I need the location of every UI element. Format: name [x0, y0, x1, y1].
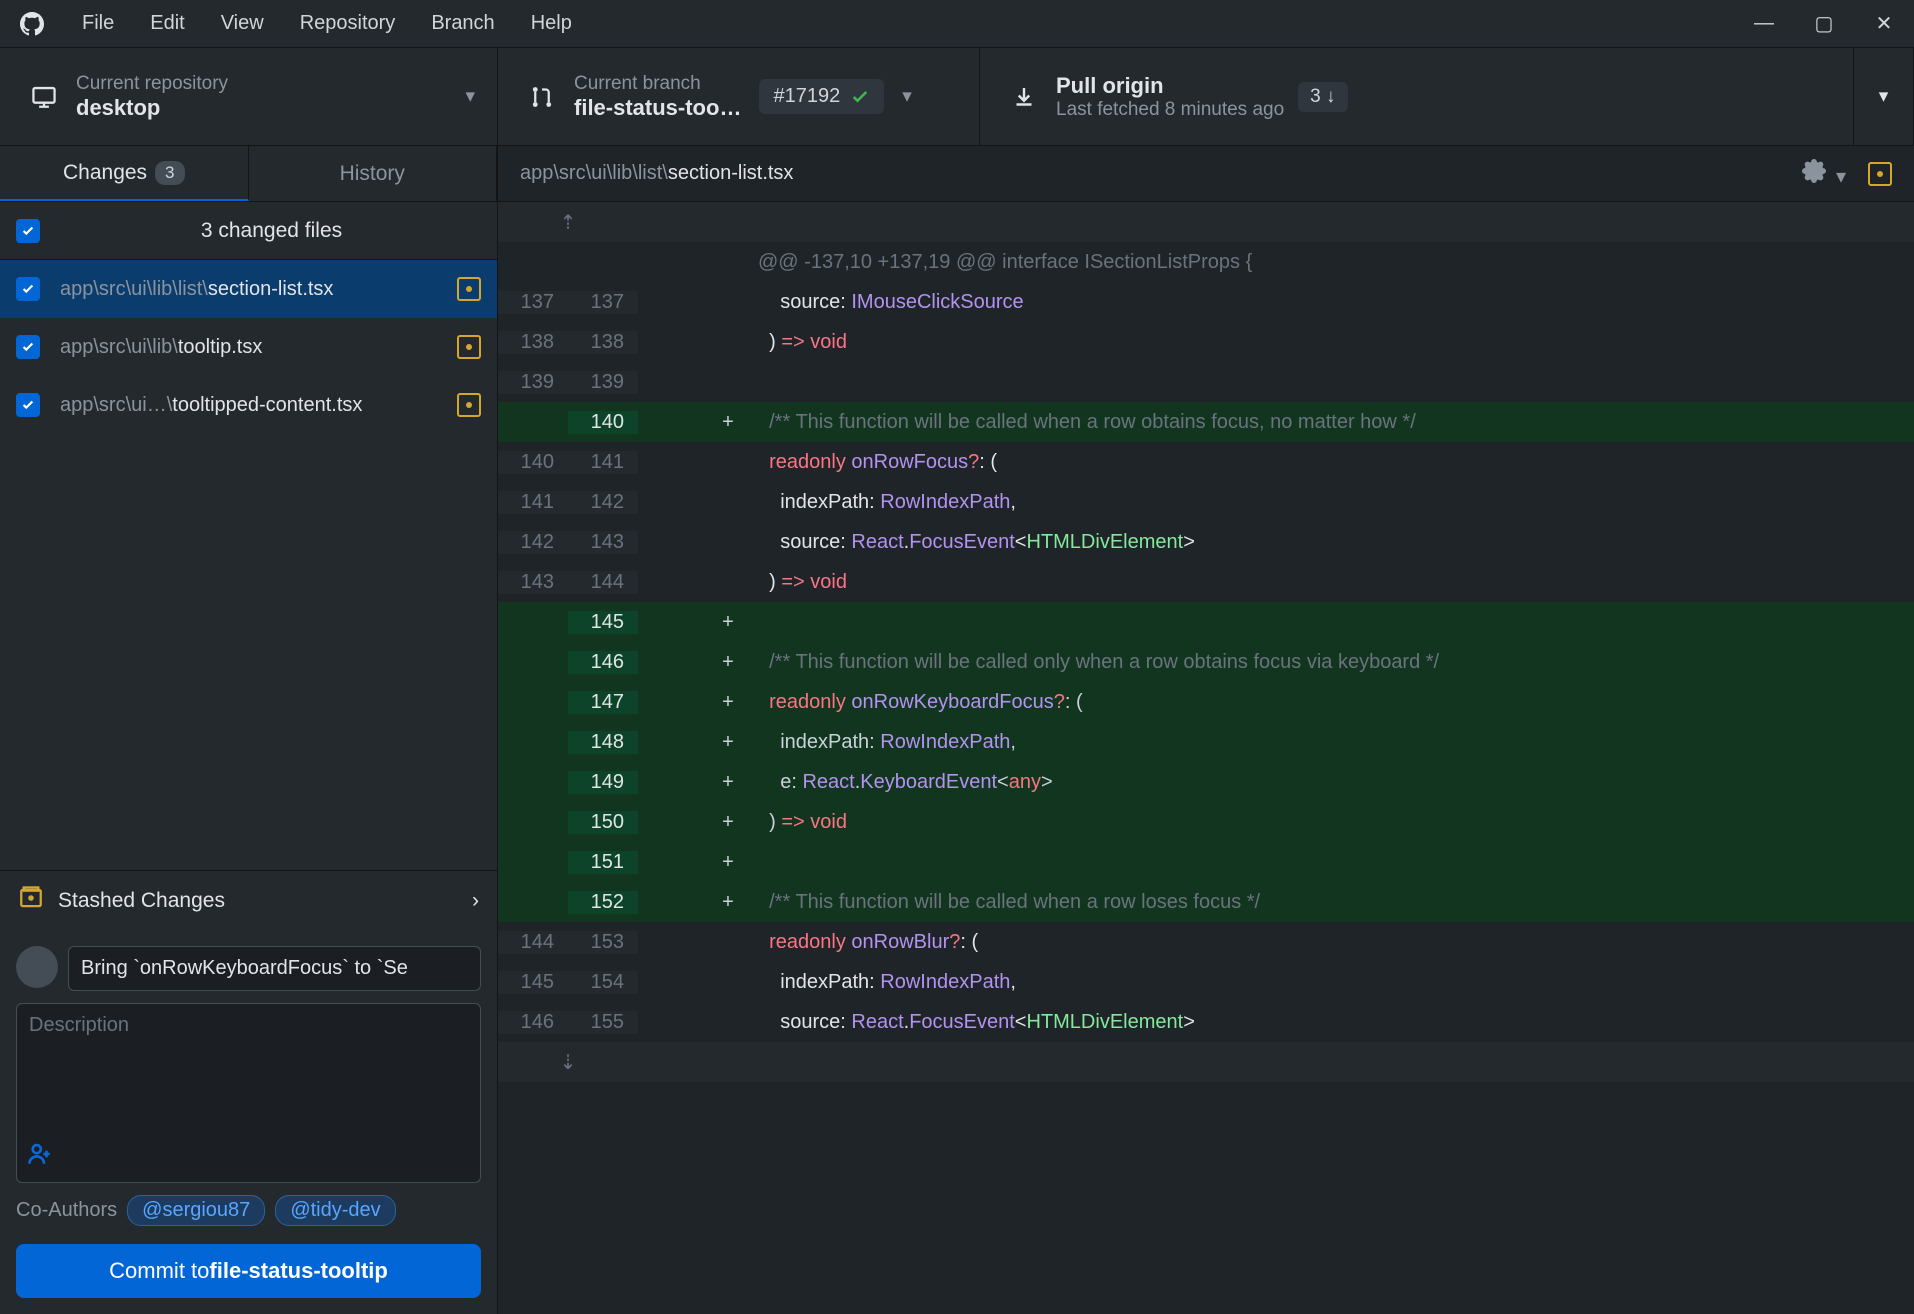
- close-button[interactable]: ✕: [1854, 11, 1914, 36]
- modified-icon: [1868, 162, 1892, 186]
- desktop-icon: [22, 84, 66, 110]
- menu-view[interactable]: View: [203, 12, 282, 35]
- commit-button[interactable]: Commit to file-status-tooltip: [16, 1244, 481, 1298]
- tab-changes[interactable]: Changes3: [0, 146, 249, 201]
- gear-icon[interactable]: ▾: [1802, 159, 1846, 189]
- file-checkbox[interactable]: [16, 335, 40, 359]
- file-checkbox[interactable]: [16, 277, 40, 301]
- branch-dropdown[interactable]: Current branch file-status-too… #17192 ▾: [498, 48, 980, 145]
- diff-line[interactable]: 146155 source: React.FocusEvent<HTMLDivE…: [498, 1002, 1914, 1042]
- sync-sub: Last fetched 8 minutes ago: [1056, 99, 1284, 121]
- diff-line[interactable]: 151+: [498, 842, 1914, 882]
- file-row[interactable]: app\src\ui…\tooltipped-content.tsx: [0, 376, 497, 434]
- diff-line[interactable]: 138138 ) => void: [498, 322, 1914, 362]
- coauthor-tag[interactable]: @tidy-dev: [275, 1195, 395, 1226]
- diff-panel: app\src\ui\lib\list\section-list.tsx ▾ ⇡…: [498, 146, 1914, 1314]
- file-row[interactable]: app\src\ui\lib\list\section-list.tsx: [0, 260, 497, 318]
- diff-line[interactable]: 139139: [498, 362, 1914, 402]
- diff-line[interactable]: 152+ /** This function will be called wh…: [498, 882, 1914, 922]
- maximize-button[interactable]: ▢: [1794, 11, 1854, 36]
- file-row[interactable]: app\src\ui\lib\tooltip.tsx: [0, 318, 497, 376]
- diff-line[interactable]: 149+ e: React.KeyboardEvent<any>: [498, 762, 1914, 802]
- file-checkbox[interactable]: [16, 393, 40, 417]
- repo-name: desktop: [76, 95, 228, 121]
- menu-help[interactable]: Help: [513, 12, 590, 35]
- commit-panel: Bring `onRowKeyboardFocus` to `Se Descri…: [0, 930, 497, 1314]
- coauthors-row: Co-Authors @sergiou87 @tidy-dev: [16, 1195, 481, 1226]
- download-icon: [1002, 85, 1046, 109]
- titlebar: FileEditViewRepositoryBranchHelp — ▢ ✕: [0, 0, 1914, 48]
- select-all-checkbox[interactable]: [16, 219, 40, 243]
- chevron-right-icon: ›: [472, 889, 479, 913]
- toolbar: Current repository desktop ▾ Current bra…: [0, 48, 1914, 146]
- diff-line[interactable]: 140+ /** This function will be called wh…: [498, 402, 1914, 442]
- diff-line[interactable]: 147+ readonly onRowKeyboardFocus?: (: [498, 682, 1914, 722]
- diff-line[interactable]: 146+ /** This function will be called on…: [498, 642, 1914, 682]
- diff-line[interactable]: 145154 indexPath: RowIndexPath,: [498, 962, 1914, 1002]
- github-logo: [0, 12, 64, 36]
- commit-description-input[interactable]: Description: [16, 1003, 481, 1183]
- changes-count-badge: 3: [155, 161, 184, 185]
- file-path-bar: app\src\ui\lib\list\section-list.tsx ▾: [498, 146, 1914, 202]
- chevron-down-icon: ▾: [465, 85, 475, 108]
- menu-branch[interactable]: Branch: [413, 12, 512, 35]
- commit-summary-input[interactable]: Bring `onRowKeyboardFocus` to `Se: [68, 946, 481, 991]
- add-coauthor-icon[interactable]: [27, 1141, 53, 1174]
- diff-line[interactable]: 142143 source: React.FocusEvent<HTMLDivE…: [498, 522, 1914, 562]
- branch-name: file-status-too…: [574, 95, 741, 121]
- tab-history[interactable]: History: [249, 146, 498, 201]
- minimize-button[interactable]: —: [1734, 12, 1794, 35]
- diff-line[interactable]: 144153 readonly onRowBlur?: (: [498, 922, 1914, 962]
- diff-line[interactable]: 150+ ) => void: [498, 802, 1914, 842]
- expand-down[interactable]: ⇣: [498, 1042, 1914, 1082]
- sync-button[interactable]: Pull origin Last fetched 8 minutes ago 3…: [980, 48, 1854, 145]
- diff-line[interactable]: 140141 readonly onRowFocus?: (: [498, 442, 1914, 482]
- diff-line[interactable]: @@ -137,10 +137,19 @@ interface ISection…: [498, 242, 1914, 282]
- menu-repository[interactable]: Repository: [282, 12, 414, 35]
- coauthor-tag[interactable]: @sergiou87: [127, 1195, 265, 1226]
- git-pull-request-icon: [520, 85, 564, 109]
- stashed-changes[interactable]: Stashed Changes ›: [0, 870, 497, 930]
- avatar: [16, 946, 58, 988]
- diff-line[interactable]: 145+: [498, 602, 1914, 642]
- menu-edit[interactable]: Edit: [132, 12, 202, 35]
- modified-icon: [457, 277, 481, 301]
- diff-line[interactable]: 143144 ) => void: [498, 562, 1914, 602]
- modified-icon: [457, 393, 481, 417]
- pr-badge[interactable]: #17192: [759, 79, 884, 114]
- sync-count-badge: 3 ↓: [1298, 82, 1347, 112]
- diff-line[interactable]: 141142 indexPath: RowIndexPath,: [498, 482, 1914, 522]
- sync-options-dropdown[interactable]: ▾: [1854, 48, 1914, 145]
- branch-label: Current branch: [574, 73, 741, 95]
- menu-file[interactable]: File: [64, 12, 132, 35]
- expand-up[interactable]: ⇡: [498, 202, 1914, 242]
- sync-title: Pull origin: [1056, 73, 1284, 99]
- chevron-down-icon: ▾: [902, 85, 912, 108]
- repo-dropdown[interactable]: Current repository desktop ▾: [0, 48, 498, 145]
- modified-icon: [457, 335, 481, 359]
- stash-icon: [18, 885, 44, 917]
- repo-label: Current repository: [76, 73, 228, 95]
- sidebar: Changes3 History 3 changed files app\src…: [0, 146, 498, 1314]
- diff-line[interactable]: 137137 source: IMouseClickSource: [498, 282, 1914, 322]
- diff-line[interactable]: 148+ indexPath: RowIndexPath,: [498, 722, 1914, 762]
- file-count-row[interactable]: 3 changed files: [0, 202, 497, 260]
